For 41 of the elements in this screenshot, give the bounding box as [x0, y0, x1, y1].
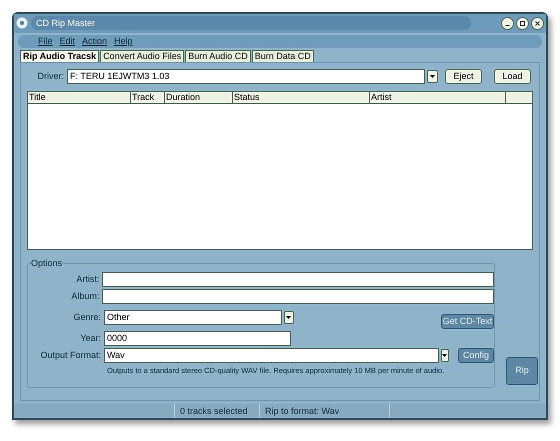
menu-item[interactable]: File: [38, 34, 53, 48]
album-field[interactable]: [102, 288, 494, 304]
column-header[interactable]: Duration: [165, 92, 233, 103]
year-field[interactable]: 0000: [104, 330, 291, 346]
column-header[interactable]: Track: [131, 92, 165, 103]
column-header[interactable]: Title: [28, 92, 131, 103]
column-header[interactable]: Artist: [370, 92, 506, 103]
group-title: Options: [31, 258, 62, 268]
status-text: 0 tracks selected: [175, 404, 260, 418]
caret-icon: [442, 354, 448, 357]
button[interactable]: Load: [494, 68, 531, 84]
tab[interactable]: Rip Audio Tracsk: [20, 50, 100, 62]
field-label: Album:: [70, 290, 100, 303]
format-field[interactable]: Wav: [104, 348, 439, 363]
caret-icon: [286, 316, 292, 319]
close-icon[interactable]: [531, 16, 544, 30]
dropdown-button[interactable]: [441, 348, 449, 362]
app-icon: [16, 17, 28, 30]
minimize-icon[interactable]: [501, 16, 514, 30]
button[interactable]: Eject: [445, 68, 482, 84]
dropdown-button[interactable]: [284, 310, 294, 324]
dropdown-button[interactable]: [427, 70, 438, 83]
menu-item[interactable]: Help: [114, 34, 133, 48]
driver-field[interactable]: F: TERU 1EJWTM3 1.03: [67, 68, 425, 84]
tab[interactable]: Burn Audio CD: [185, 50, 251, 62]
field-label: Year:: [79, 332, 102, 345]
window-title: CD Rip Master: [31, 16, 471, 30]
maximize-icon[interactable]: [516, 16, 529, 30]
caret-icon: [430, 74, 435, 78]
status-text: Rip to format: Wav: [260, 404, 390, 418]
menu-item[interactable]: Action: [82, 34, 108, 48]
genre-field[interactable]: Other: [104, 310, 282, 325]
field-label: Artist:: [75, 272, 100, 286]
tab[interactable]: Burn Data CD: [252, 50, 314, 62]
column-header[interactable]: Status: [233, 92, 370, 103]
field-label: Genre:: [72, 310, 102, 324]
driver-label: Driver:: [36, 70, 65, 83]
artist-field[interactable]: [102, 272, 494, 287]
tab[interactable]: Convert Audio Files: [100, 50, 184, 62]
field-label: Output Format:: [39, 348, 102, 362]
menu-item[interactable]: Edit: [60, 34, 76, 48]
